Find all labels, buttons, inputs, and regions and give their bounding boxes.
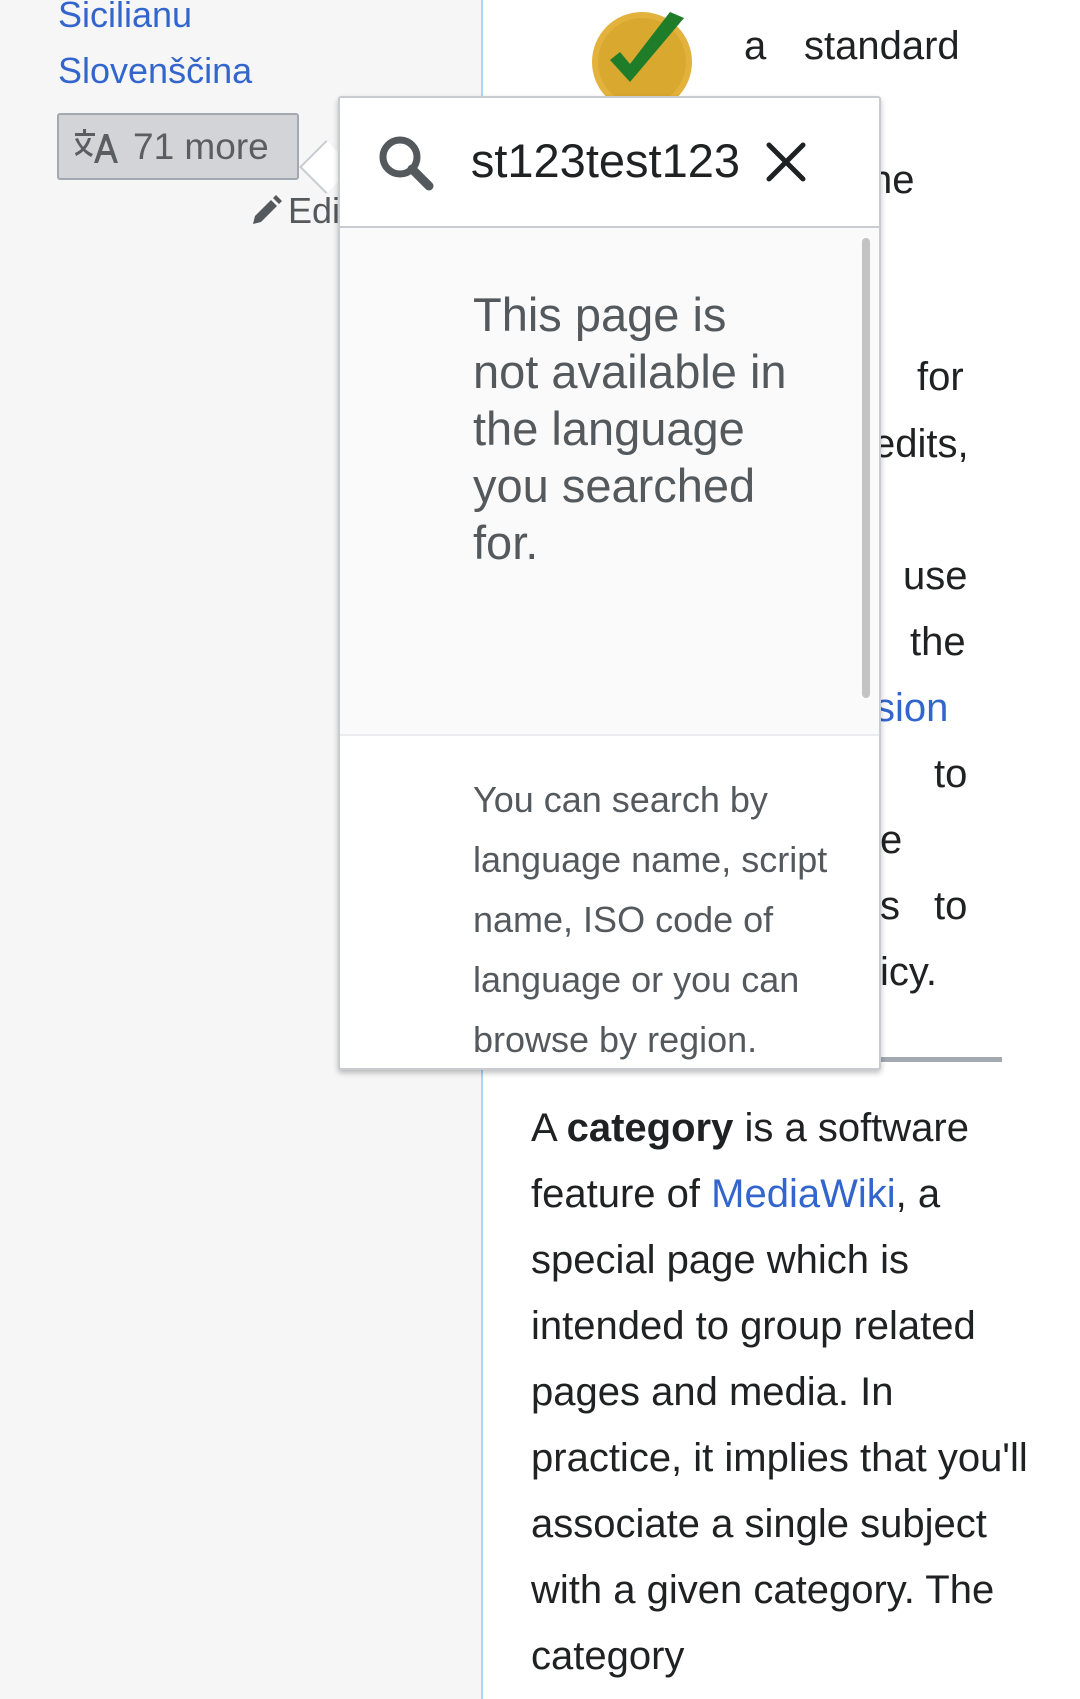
search-icon <box>379 136 434 191</box>
text-fragment: s <box>880 884 900 928</box>
close-icon[interactable] <box>763 139 809 185</box>
translate-icon <box>75 128 118 163</box>
language-search-input[interactable]: test123test123 <box>470 128 740 194</box>
search-help-text: You can search by language name, script … <box>473 779 828 1060</box>
pencil-icon <box>253 195 282 224</box>
more-languages-label: 71 more <box>133 125 269 167</box>
section-divider <box>880 1057 1002 1062</box>
text-fragment: a <box>744 24 767 68</box>
no-results-title: This page is not available in the langua… <box>473 288 787 569</box>
edit-links-link[interactable]: Edi <box>250 190 340 232</box>
text-fragment: edits, <box>873 422 969 466</box>
text-fragment: use <box>903 554 968 598</box>
mediawiki-link[interactable]: MediaWiki <box>711 1172 895 1216</box>
popup-pointer-mask <box>340 140 354 190</box>
text-fragment: to <box>934 884 968 928</box>
text-fragment: to <box>934 752 968 796</box>
text-fragment: for <box>917 355 964 399</box>
language-link-sicilianu[interactable]: Sicilianu <box>58 0 192 36</box>
category-paragraph: A category is a software feature of Medi… <box>531 1095 1051 1689</box>
para-bold-term: category <box>566 1106 734 1150</box>
language-link-slovenscina[interactable]: Slovenščina <box>58 50 252 92</box>
edit-links-label: Edi <box>288 190 341 231</box>
more-languages-button[interactable]: 71 more <box>57 113 299 180</box>
text-fragment: e <box>880 818 903 862</box>
no-results-panel: This page is not available in the langua… <box>340 228 879 736</box>
text-fragment: icy. <box>880 950 938 994</box>
para-text-2: , a special page which is intended to gr… <box>531 1172 1028 1678</box>
text-link-fragment[interactable]: sion <box>875 686 948 731</box>
featured-checkmark-badge-icon <box>592 12 692 98</box>
text-fragment: the <box>910 620 966 664</box>
popup-scrollbar[interactable] <box>862 238 870 698</box>
language-selector-popup: test123test123 This page is not availabl… <box>338 96 881 1070</box>
language-search-bar: test123test123 <box>340 98 879 228</box>
para-lead: A <box>531 1106 567 1150</box>
text-fragment: standard <box>804 24 960 68</box>
